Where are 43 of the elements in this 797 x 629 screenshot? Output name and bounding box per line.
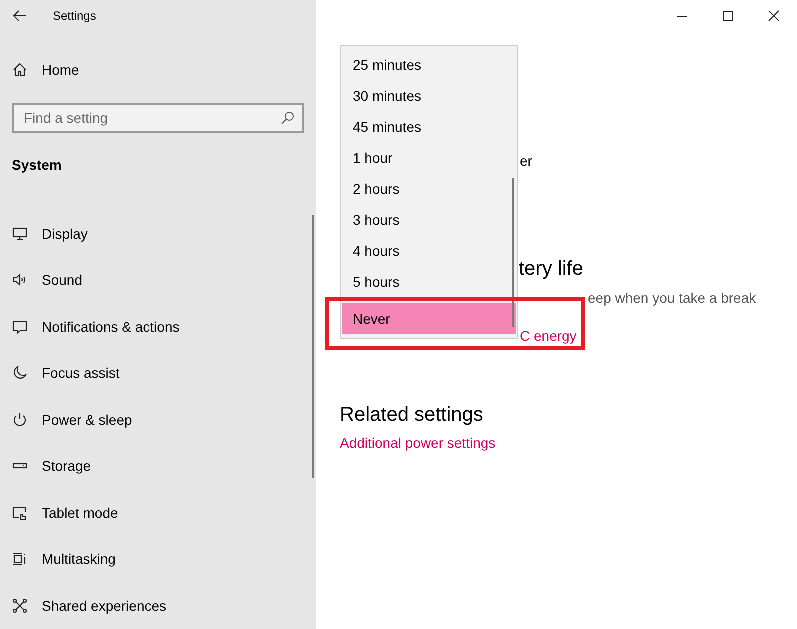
home-nav-item[interactable]: Home <box>0 47 92 94</box>
dropdown-option[interactable]: 1 hour <box>342 142 516 173</box>
scrollbar-thumb[interactable] <box>512 178 514 327</box>
dropdown-option[interactable]: 5 hours <box>342 266 516 297</box>
multitasking-icon <box>12 551 28 568</box>
scrollbar-thumb[interactable] <box>312 215 314 478</box>
nav-item[interactable]: Sound <box>0 257 94 304</box>
setting-label: er <box>520 153 532 169</box>
maximize-icon[interactable] <box>722 10 734 22</box>
speaker-icon <box>12 272 28 288</box>
dropdown-option[interactable]: 30 minutes <box>342 80 516 111</box>
nav-item[interactable]: Tablet mode <box>0 490 130 536</box>
dropdown-option[interactable]: 25 minutes <box>342 49 516 80</box>
search-icon[interactable] <box>281 110 295 124</box>
section-heading: tery life <box>519 258 584 281</box>
nav-item[interactable]: Notifications & actions <box>0 304 192 350</box>
nav-item[interactable]: Storage <box>0 443 104 490</box>
power-settings-link[interactable]: Additional power settings <box>340 435 496 451</box>
search-field[interactable]: Find a setting <box>12 102 304 132</box>
back-icon[interactable] <box>12 8 28 24</box>
dropdown-option[interactable]: 4 hours <box>342 235 516 266</box>
message-icon <box>12 318 28 335</box>
description-text: eep when you take a break <box>588 290 756 306</box>
dropdown-option[interactable]: 3 hours <box>342 204 516 235</box>
energy-link[interactable]: C energy <box>520 328 577 344</box>
dropdown-option[interactable]: Never <box>342 303 516 334</box>
window-title: Settings <box>53 8 96 22</box>
related-settings-heading: Related settings <box>340 404 484 427</box>
nav-item[interactable]: Power & sleep <box>0 396 144 443</box>
section-title: System <box>12 156 62 172</box>
nav-item[interactable]: Multitasking <box>0 536 128 582</box>
close-icon[interactable] <box>768 10 780 22</box>
dropdown-option[interactable]: 2 hours <box>342 173 516 204</box>
power-icon <box>12 412 28 428</box>
nav-item[interactable]: Focus assist <box>0 350 132 396</box>
share-icon <box>12 598 28 614</box>
home-icon <box>12 62 28 78</box>
nav-item[interactable]: Display <box>0 210 100 257</box>
tablet-icon <box>12 504 28 521</box>
dropdown-option[interactable]: 45 minutes <box>342 111 516 142</box>
moon-icon <box>12 365 28 382</box>
nav-item[interactable]: Shared experiences <box>0 582 179 629</box>
display-icon <box>12 226 28 242</box>
